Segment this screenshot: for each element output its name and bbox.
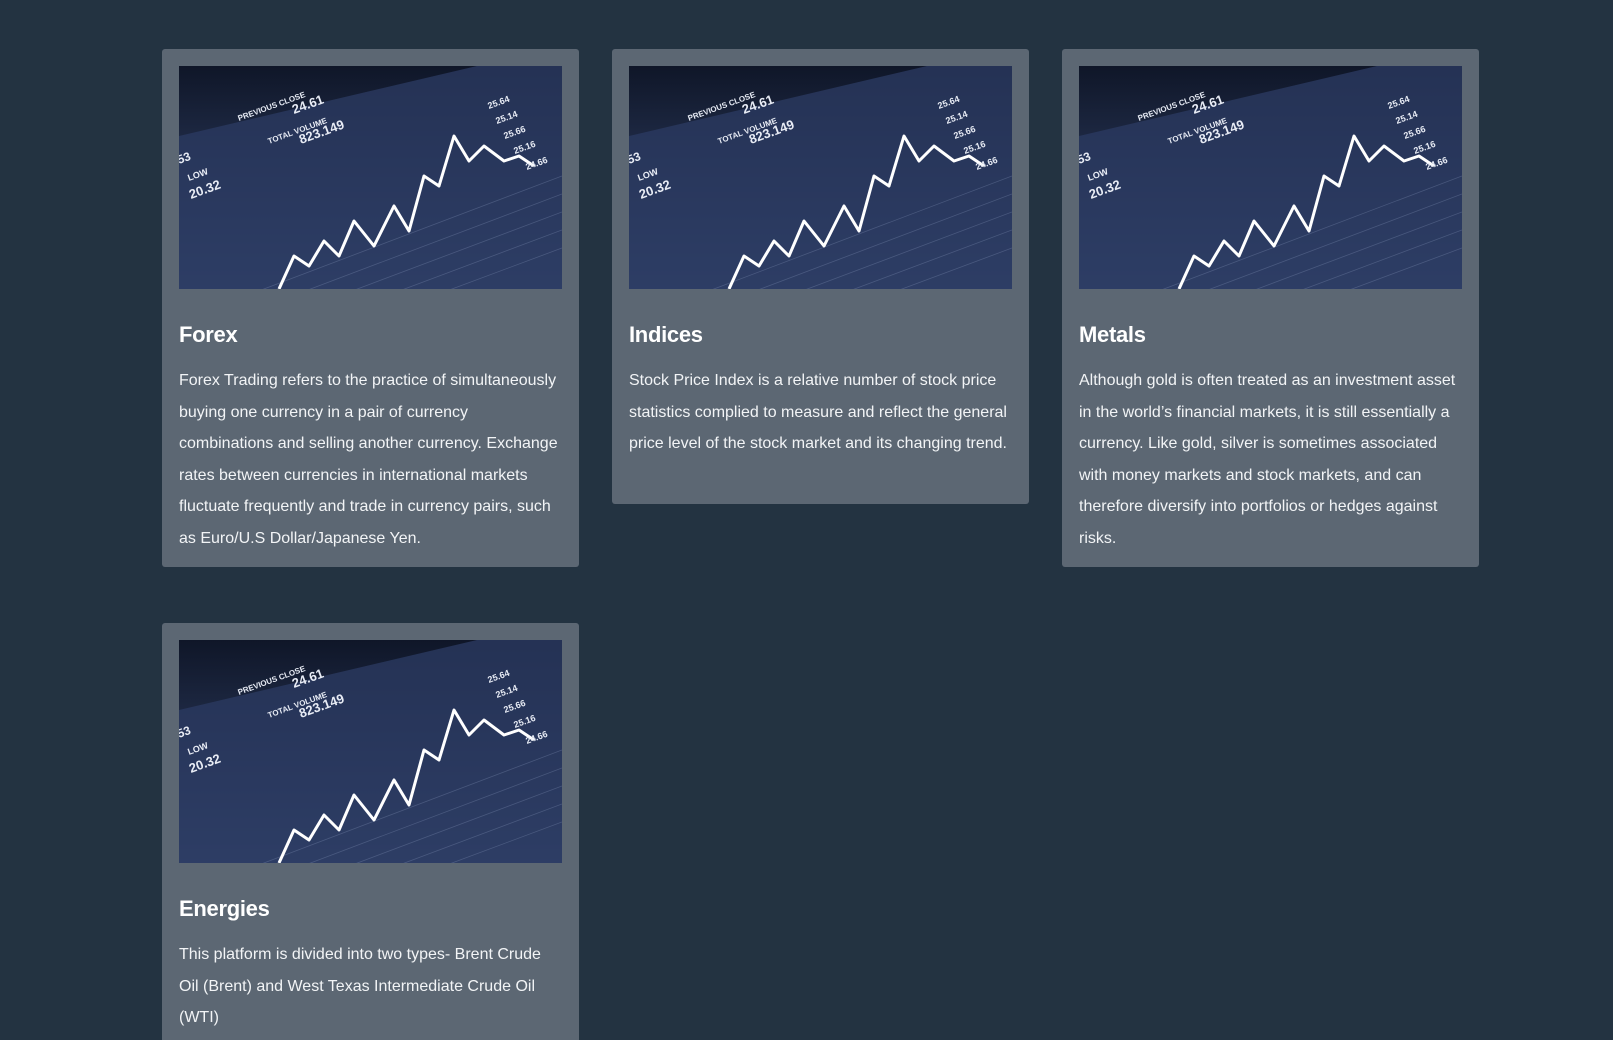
card-title: Indices [629, 322, 703, 347]
page: PREVIOUS CLOSE 24.61 TOTAL VOLUME 823.14… [0, 0, 1613, 1040]
stock-chart-svg: PREVIOUS CLOSE 24.61 TOTAL VOLUME 823.14… [629, 66, 1012, 289]
stock-chart-image: PREVIOUS CLOSE 24.61 TOTAL VOLUME 823.14… [629, 66, 1012, 289]
card-description: Stock Price Index is a relative number o… [629, 372, 1007, 452]
card-title: Energies [179, 896, 270, 921]
card-title: Forex [179, 322, 238, 347]
stock-chart-svg: PREVIOUS CLOSE 24.61 TOTAL VOLUME 823.14… [179, 640, 562, 863]
card-title: Metals [1079, 322, 1146, 347]
card-description: Although gold is often treated as an inv… [1079, 372, 1456, 547]
stock-chart-image: PREVIOUS CLOSE 24.61 TOTAL VOLUME 823.14… [179, 640, 562, 863]
stock-chart-image: PREVIOUS CLOSE 24.61 TOTAL VOLUME 823.14… [179, 66, 562, 289]
stock-chart-image: PREVIOUS CLOSE 24.61 TOTAL VOLUME 823.14… [1079, 66, 1462, 289]
stock-chart-svg: PREVIOUS CLOSE 24.61 TOTAL VOLUME 823.14… [1079, 66, 1462, 289]
card-indices[interactable]: PREVIOUS CLOSE 24.61 TOTAL VOLUME 823.14… [612, 49, 1029, 504]
card-forex[interactable]: PREVIOUS CLOSE 24.61 TOTAL VOLUME 823.14… [162, 49, 579, 567]
card-description: This platform is divided into two types-… [179, 946, 541, 1026]
stock-chart-svg: PREVIOUS CLOSE 24.61 TOTAL VOLUME 823.14… [179, 66, 562, 289]
card-description: Forex Trading refers to the practice of … [179, 372, 558, 547]
card-energies[interactable]: PREVIOUS CLOSE 24.61 TOTAL VOLUME 823.14… [162, 623, 579, 1040]
card-metals[interactable]: PREVIOUS CLOSE 24.61 TOTAL VOLUME 823.14… [1062, 49, 1479, 567]
